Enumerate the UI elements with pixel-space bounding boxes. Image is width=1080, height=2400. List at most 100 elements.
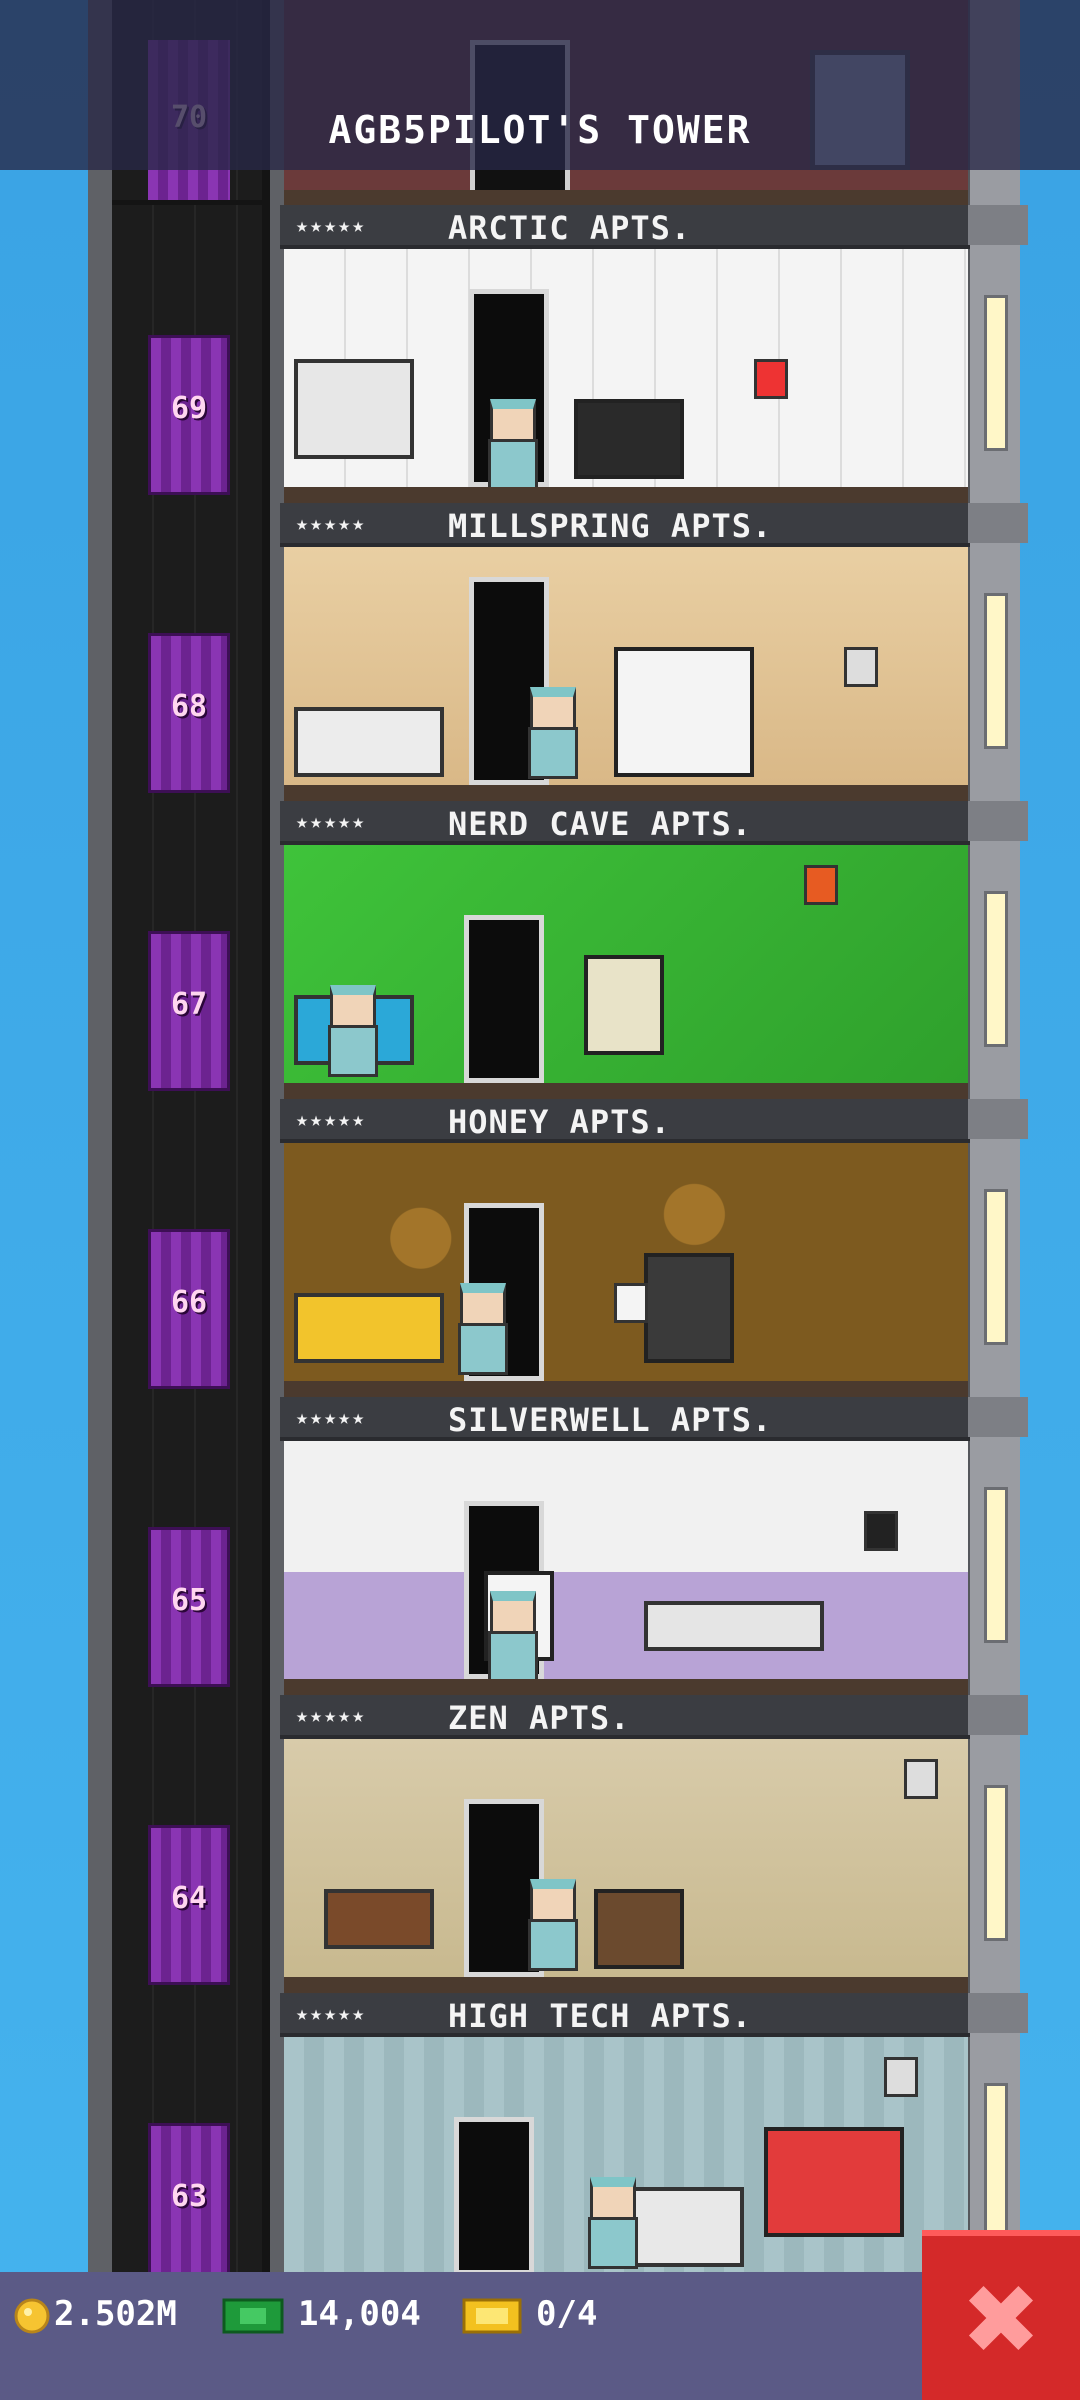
sofa — [294, 1293, 444, 1363]
furniture — [644, 1253, 734, 1363]
floor-69[interactable]: 69 ★★★★★ ARCTIC APTS. — [0, 205, 1080, 503]
floor-stars: ★★★★★ — [296, 809, 367, 833]
floor-name: HIGH TECH APTS. — [448, 1997, 752, 2035]
floor-label-bar: ★★★★★ ARCTIC APTS. — [280, 205, 970, 249]
room-floor — [284, 1381, 968, 1397]
floor-65[interactable]: 65 ★★★★★ SILVERWELL APTS. — [0, 1397, 1080, 1695]
apartment-room[interactable] — [284, 2037, 968, 2275]
close-icon: ✖ — [960, 2264, 1042, 2376]
room-floor — [284, 487, 968, 503]
tenant[interactable] — [484, 399, 538, 487]
tower-ledge — [968, 801, 1028, 841]
floor-stars: ★★★★★ — [296, 2001, 367, 2025]
floor-name: ZEN APTS. — [448, 1699, 631, 1737]
elevator-floor-number: 66 — [170, 1285, 208, 1320]
floor-stars: ★★★★★ — [296, 511, 367, 535]
room-floor — [284, 785, 968, 801]
elevator-floor-number: 67 — [170, 987, 208, 1022]
tower-ledge — [968, 503, 1028, 543]
elevator-floor-number: 64 — [170, 1881, 208, 1916]
floor-67[interactable]: 67 ★★★★★ NERD CAVE APTS. — [0, 801, 1080, 1099]
floor-name: ARCTIC APTS. — [448, 209, 692, 247]
floor-stars: ★★★★★ — [296, 1405, 367, 1429]
coin-icon — [14, 2298, 50, 2334]
lamp — [904, 1759, 938, 1799]
apartment-room[interactable] — [284, 547, 968, 785]
floor-label-bar: ★★★★★ NERD CAVE APTS. — [280, 801, 970, 845]
tower-window — [984, 1487, 1008, 1643]
sofa — [324, 1889, 434, 1949]
elevator-floor-number: 63 — [170, 2179, 208, 2214]
sofa — [294, 707, 444, 777]
tower-title: AGB5PILOT'S TOWER — [328, 108, 752, 152]
tower-header: AGB5PILOT'S TOWER — [0, 0, 1080, 170]
room-floor — [284, 1679, 968, 1695]
elevator-floor-number: 65 — [170, 1583, 208, 1618]
floor-stars: ★★★★★ — [296, 213, 367, 237]
furniture — [614, 647, 754, 777]
floor-stars: ★★★★★ — [296, 1703, 367, 1727]
sofa — [294, 359, 414, 459]
lamp — [864, 1511, 898, 1551]
tower-bux-icon — [222, 2298, 284, 2334]
lamp — [754, 359, 788, 399]
floor-label-bar: ★★★★★ HONEY APTS. — [280, 1099, 970, 1143]
furniture — [594, 1889, 684, 1969]
lamp — [804, 865, 838, 905]
sofa — [644, 1601, 824, 1651]
coins-value: 2.502M — [54, 2294, 177, 2334]
tower-window — [984, 1189, 1008, 1345]
floor-stars: ★★★★★ — [296, 1107, 367, 1131]
tower-window — [984, 2083, 1008, 2239]
floor-label-bar: ★★★★★ ZEN APTS. — [280, 1695, 970, 1739]
tickets-value: 0/4 — [536, 2294, 598, 2334]
floor-name: HONEY APTS. — [448, 1103, 671, 1141]
tower-window — [984, 1785, 1008, 1941]
tower-ledge — [968, 1099, 1028, 1139]
room-floor — [284, 1977, 968, 1993]
floor-label-bar: ★★★★★ MILLSPRING APTS. — [280, 503, 970, 547]
furniture — [764, 2127, 904, 2237]
tower-ledge — [968, 205, 1028, 245]
furniture — [584, 955, 664, 1055]
lamp — [884, 2057, 918, 2097]
apartment-room[interactable] — [284, 249, 968, 487]
floor-label-bar: ★★★★★ HIGH TECH APTS. — [280, 1993, 970, 2037]
room-floor — [284, 1083, 968, 1099]
close-button[interactable]: ✖ — [922, 2230, 1080, 2400]
floor-name: NERD CAVE APTS. — [448, 805, 752, 843]
status-bar — [0, 2272, 1080, 2400]
floor-name: SILVERWELL APTS. — [448, 1401, 773, 1439]
tenant[interactable] — [454, 1283, 508, 1375]
tenant[interactable] — [584, 2177, 638, 2269]
door — [454, 2117, 534, 2275]
tower-bux-value: 14,004 — [298, 2294, 421, 2334]
tower-ledge — [968, 1397, 1028, 1437]
floor-name: MILLSPRING APTS. — [448, 507, 773, 545]
door — [464, 915, 544, 1083]
apartment-room[interactable] — [284, 845, 968, 1083]
apartment-room[interactable] — [284, 1739, 968, 1977]
tower-window — [984, 295, 1008, 451]
floor-66[interactable]: 66 ★★★★★ HONEY APTS. — [0, 1099, 1080, 1397]
tower-window — [984, 891, 1008, 1047]
apartment-room[interactable] — [284, 1441, 968, 1679]
tower-ledge — [968, 1993, 1028, 2033]
tenant[interactable] — [524, 1879, 578, 1971]
floor-68[interactable]: 68 ★★★★★ MILLSPRING APTS. — [0, 503, 1080, 801]
lamp — [614, 1283, 648, 1323]
tenant[interactable] — [324, 985, 378, 1077]
floor-64[interactable]: 64 ★★★★★ ZEN APTS. — [0, 1695, 1080, 1993]
floor-63[interactable]: 63 ★★★★★ HIGH TECH APTS. — [0, 1993, 1080, 2291]
elevator-floor-number: 68 — [170, 689, 208, 724]
tower-ledge — [968, 1695, 1028, 1735]
ticket-icon — [462, 2298, 522, 2334]
lamp — [844, 647, 878, 687]
tower-window — [984, 593, 1008, 749]
tenant[interactable] — [484, 1591, 538, 1679]
tenant[interactable] — [524, 687, 578, 779]
floor-label-bar: ★★★★★ SILVERWELL APTS. — [280, 1397, 970, 1441]
furniture — [574, 399, 684, 479]
apartment-room[interactable] — [284, 1143, 968, 1381]
elevator-floor-number: 69 — [170, 391, 208, 426]
